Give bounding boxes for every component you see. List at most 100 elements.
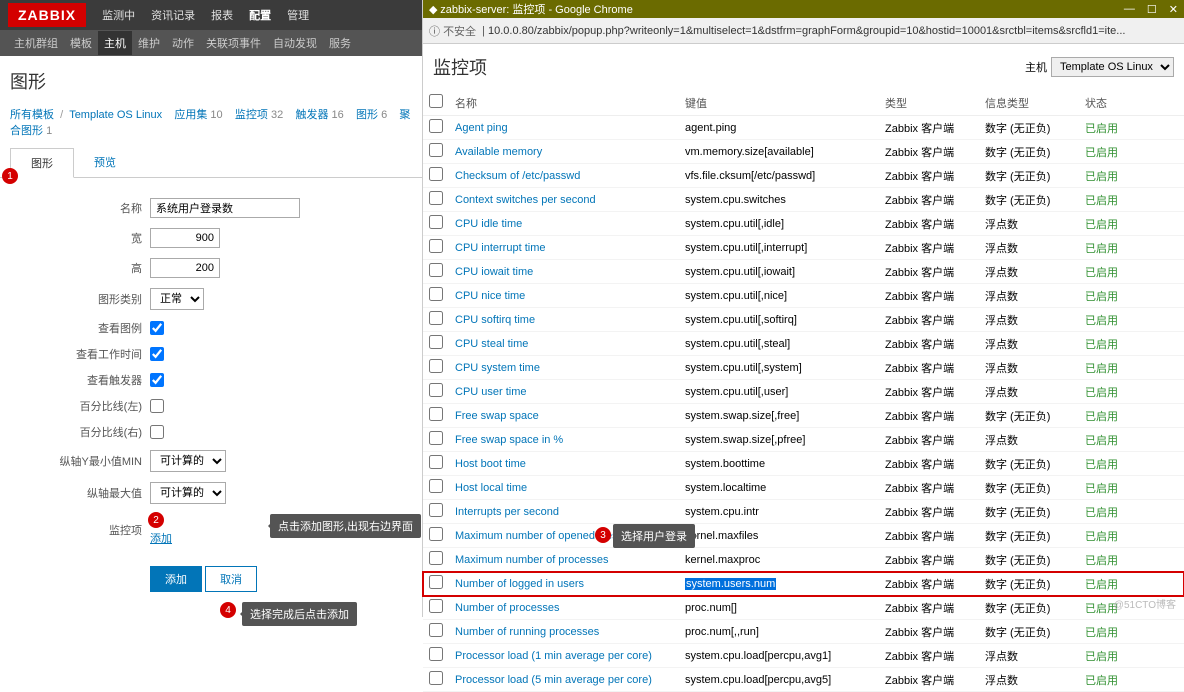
- item-name[interactable]: Processor load (5 min average per core): [449, 668, 679, 692]
- menu-admin[interactable]: 管理: [279, 7, 317, 23]
- item-name[interactable]: Checksum of /etc/passwd: [449, 164, 679, 188]
- bc-triggers[interactable]: 触发器: [295, 109, 328, 121]
- item-name[interactable]: CPU softirq time: [449, 308, 679, 332]
- menu-config[interactable]: 配置: [241, 7, 279, 23]
- table-row[interactable]: Free swap spacesystem.swap.size[,free]Za…: [423, 404, 1184, 428]
- row-checkbox[interactable]: [429, 359, 443, 373]
- th-info[interactable]: 信息类型: [979, 90, 1079, 116]
- row-checkbox[interactable]: [429, 191, 443, 205]
- item-name[interactable]: CPU steal time: [449, 332, 679, 356]
- table-row[interactable]: Number of logged in userssystem.users.nu…: [423, 572, 1184, 596]
- bc-items[interactable]: 监控项: [235, 109, 268, 121]
- row-checkbox[interactable]: [429, 239, 443, 253]
- checkbox-trigger[interactable]: [150, 373, 164, 387]
- bc-all-templates[interactable]: 所有模板: [10, 109, 54, 121]
- bc-template[interactable]: Template OS Linux: [69, 109, 162, 121]
- menu-monitoring[interactable]: 监测中: [94, 7, 143, 23]
- item-name[interactable]: Free swap space: [449, 404, 679, 428]
- table-row[interactable]: Processor load (1 min average per core)s…: [423, 644, 1184, 668]
- submenu-services[interactable]: 服务: [323, 35, 357, 51]
- window-minimize-icon[interactable]: —: [1124, 3, 1135, 16]
- th-type[interactable]: 类型: [879, 90, 979, 116]
- bc-applications[interactable]: 应用集: [174, 109, 207, 121]
- input-name[interactable]: [150, 198, 300, 218]
- th-name[interactable]: 名称: [449, 90, 679, 116]
- table-row[interactable]: CPU system timesystem.cpu.util[,system]Z…: [423, 356, 1184, 380]
- select-ymax[interactable]: 可计算的: [150, 482, 226, 504]
- table-row[interactable]: Free swap space in %system.swap.size[,pf…: [423, 428, 1184, 452]
- menu-inventory[interactable]: 资讯记录: [143, 7, 203, 23]
- link-add-item[interactable]: 添加: [150, 533, 172, 545]
- row-checkbox[interactable]: [429, 263, 443, 277]
- menu-reports[interactable]: 报表: [203, 7, 241, 23]
- table-row[interactable]: Interrupts per secondsystem.cpu.intrZabb…: [423, 500, 1184, 524]
- table-row[interactable]: Checksum of /etc/passwdvfs.file.cksum[/e…: [423, 164, 1184, 188]
- checkbox-worktime[interactable]: [150, 347, 164, 361]
- window-close-icon[interactable]: ✕: [1169, 3, 1178, 16]
- table-row[interactable]: CPU iowait timesystem.cpu.util[,iowait]Z…: [423, 260, 1184, 284]
- table-row[interactable]: Number of processesproc.num[]Zabbix 客户端数…: [423, 596, 1184, 620]
- submenu-correlation[interactable]: 关联项事件: [200, 35, 267, 51]
- item-name[interactable]: CPU user time: [449, 380, 679, 404]
- table-row[interactable]: Available memoryvm.memory.size[available…: [423, 140, 1184, 164]
- item-name[interactable]: CPU interrupt time: [449, 236, 679, 260]
- row-checkbox[interactable]: [429, 167, 443, 181]
- input-height[interactable]: [150, 258, 220, 278]
- table-row[interactable]: Context switches per secondsystem.cpu.sw…: [423, 188, 1184, 212]
- tab-graph[interactable]: 图形: [10, 148, 74, 178]
- row-checkbox[interactable]: [429, 383, 443, 397]
- item-name[interactable]: Context switches per second: [449, 188, 679, 212]
- row-checkbox[interactable]: [429, 143, 443, 157]
- table-row[interactable]: Agent pingagent.pingZabbix 客户端数字 (无正负)已启…: [423, 116, 1184, 140]
- row-checkbox[interactable]: [429, 623, 443, 637]
- checkbox-all[interactable]: [429, 94, 443, 108]
- table-row[interactable]: Host local timesystem.localtimeZabbix 客户…: [423, 476, 1184, 500]
- row-checkbox[interactable]: [429, 503, 443, 517]
- checkbox-legend[interactable]: [150, 321, 164, 335]
- row-checkbox[interactable]: [429, 647, 443, 661]
- submenu-discovery[interactable]: 自动发现: [267, 35, 323, 51]
- host-select[interactable]: Template OS Linux: [1051, 57, 1174, 77]
- table-row[interactable]: Maximum number of processeskernel.maxpro…: [423, 548, 1184, 572]
- table-row[interactable]: Maximum number of opened fileskernel.max…: [423, 524, 1184, 548]
- item-name[interactable]: Interrupts per second: [449, 500, 679, 524]
- button-cancel[interactable]: 取消: [205, 566, 257, 592]
- submenu-hosts[interactable]: 主机: [98, 31, 132, 55]
- row-checkbox[interactable]: [429, 335, 443, 349]
- table-row[interactable]: CPU softirq timesystem.cpu.util[,softirq…: [423, 308, 1184, 332]
- input-width[interactable]: [150, 228, 220, 248]
- table-row[interactable]: CPU interrupt timesystem.cpu.util[,inter…: [423, 236, 1184, 260]
- item-name[interactable]: Agent ping: [449, 116, 679, 140]
- table-row[interactable]: CPU nice timesystem.cpu.util[,nice]Zabbi…: [423, 284, 1184, 308]
- th-key[interactable]: 键值: [679, 90, 879, 116]
- table-row[interactable]: Processor load (5 min average per core)s…: [423, 668, 1184, 692]
- checkbox-pleft[interactable]: [150, 399, 164, 413]
- select-graphtype[interactable]: 正常: [150, 288, 204, 310]
- submenu-templates[interactable]: 模板: [64, 35, 98, 51]
- item-name[interactable]: CPU iowait time: [449, 260, 679, 284]
- item-name[interactable]: Number of logged in users: [449, 572, 679, 596]
- table-row[interactable]: Host boot timesystem.boottimeZabbix 客户端数…: [423, 452, 1184, 476]
- select-ymin[interactable]: 可计算的: [150, 450, 226, 472]
- row-checkbox[interactable]: [429, 479, 443, 493]
- row-checkbox[interactable]: [429, 215, 443, 229]
- item-name[interactable]: Number of running processes: [449, 620, 679, 644]
- submenu-actions[interactable]: 动作: [166, 35, 200, 51]
- row-checkbox[interactable]: [429, 671, 443, 685]
- item-name[interactable]: Host local time: [449, 476, 679, 500]
- submenu-hostgroups[interactable]: 主机群组: [8, 35, 64, 51]
- item-name[interactable]: Maximum number of processes: [449, 548, 679, 572]
- item-name[interactable]: Host boot time: [449, 452, 679, 476]
- window-maximize-icon[interactable]: ☐: [1147, 3, 1157, 16]
- row-checkbox[interactable]: [429, 407, 443, 421]
- row-checkbox[interactable]: [429, 431, 443, 445]
- row-checkbox[interactable]: [429, 599, 443, 613]
- row-checkbox[interactable]: [429, 527, 443, 541]
- row-checkbox[interactable]: [429, 287, 443, 301]
- bc-graphs[interactable]: 图形: [356, 109, 378, 121]
- button-add[interactable]: 添加: [150, 566, 202, 592]
- row-checkbox[interactable]: [429, 311, 443, 325]
- item-name[interactable]: Number of processes: [449, 596, 679, 620]
- table-row[interactable]: Number of running processesproc.num[,,ru…: [423, 620, 1184, 644]
- row-checkbox[interactable]: [429, 119, 443, 133]
